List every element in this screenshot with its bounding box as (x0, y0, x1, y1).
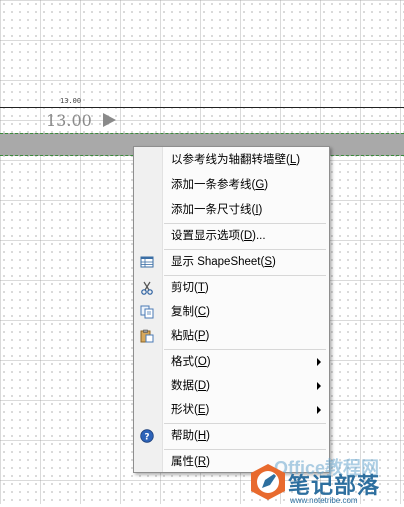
svg-text:?: ? (144, 433, 149, 443)
menu-item-label: 添加一条参考线(G) (171, 179, 269, 191)
shapesheet-icon (140, 255, 154, 269)
menu-item-label: 形状(E) (171, 404, 210, 416)
menu-item-label: 数据(D) (171, 380, 210, 392)
dimension-label-large: 13.00 (46, 111, 92, 130)
menu-separator (164, 275, 326, 276)
dimension-arrow-icon (103, 113, 116, 127)
menu-item-cut[interactable]: 剪切(T) (134, 277, 329, 299)
menu-item-display-options[interactable]: 设置显示选项(D)... (134, 225, 329, 247)
menu-item-label: 剪切(T) (171, 282, 209, 294)
menu-item-add-dimension[interactable]: 添加一条尺寸线(I) (134, 199, 329, 221)
menu-separator (164, 223, 326, 224)
menu-item-shape[interactable]: 形状(E) (134, 399, 329, 421)
help-icon: ? (140, 429, 154, 443)
menu-item-label: 粘贴(P) (171, 330, 210, 342)
menu-item-label: 属性(R) (171, 456, 210, 468)
menu-separator (164, 349, 326, 350)
submenu-arrow-icon (317, 406, 321, 414)
copy-icon (140, 305, 154, 319)
menu-item-add-guide[interactable]: 添加一条参考线(G) (134, 174, 329, 196)
menu-item-label: 显示 ShapeSheet(S) (171, 256, 276, 268)
submenu-arrow-icon (317, 358, 321, 366)
menu-item-label: 帮助(H) (171, 430, 210, 442)
scissors-icon (140, 281, 154, 295)
menu-item-label: 以参考线为轴翻转墙壁(L) (171, 154, 301, 166)
menu-item-flip-wall[interactable]: 以参考线为轴翻转墙壁(L) (134, 149, 329, 171)
menu-item-label: 添加一条尺寸线(I) (171, 204, 263, 216)
menu-item-paste[interactable]: 粘贴(P) (134, 325, 329, 347)
menu-item-label: 格式(O) (171, 356, 211, 368)
watermark: Office教程网 笔记部落 www.notetribe.com (248, 440, 404, 505)
submenu-arrow-icon (317, 382, 321, 390)
dimension-label-small: 13.00 (60, 97, 82, 105)
context-menu: 以参考线为轴翻转墙壁(L) 添加一条参考线(G) 添加一条尺寸线(I) 设置显示… (133, 146, 330, 473)
menu-item-data[interactable]: 数据(D) (134, 375, 329, 397)
menu-item-show-shapesheet[interactable]: 显示 ShapeSheet(S) (134, 251, 329, 273)
paste-icon (140, 329, 154, 343)
reference-line[interactable] (0, 107, 404, 108)
menu-item-label: 复制(C) (171, 306, 210, 318)
menu-item-copy[interactable]: 复制(C) (134, 301, 329, 323)
menu-item-format[interactable]: 格式(O) (134, 351, 329, 373)
menu-separator (164, 249, 326, 250)
menu-separator (164, 423, 326, 424)
menu-item-label: 设置显示选项(D)... (171, 230, 266, 242)
